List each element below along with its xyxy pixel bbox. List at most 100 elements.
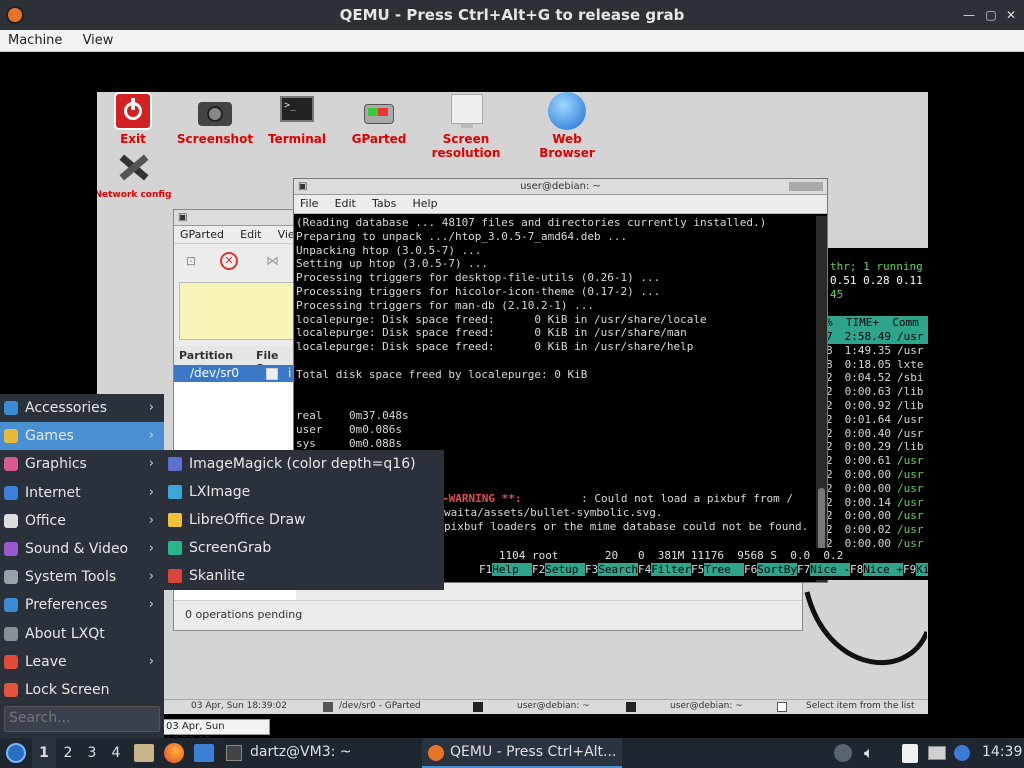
workspace-1[interactable]: 1 [32, 738, 56, 768]
close-icon[interactable]: ✕ [1004, 8, 1018, 22]
fkey-label: Filter [651, 563, 691, 576]
desktop-icon-screenshot[interactable]: Screenshot [175, 92, 255, 146]
workspace-3[interactable]: 3 [80, 738, 104, 768]
terminal-scrollbar[interactable] [816, 216, 827, 582]
fkey-f9[interactable]: F9 [903, 563, 916, 576]
maximize-icon[interactable]: ▢ [984, 8, 998, 22]
network-icon[interactable] [834, 744, 852, 762]
workspace-2[interactable]: 2 [56, 738, 80, 768]
htop-row[interactable]: 7 2:58.49/usr [826, 330, 928, 344]
guest-clock[interactable]: 03 Apr, Sun 18:39:02 [191, 701, 287, 711]
fkey-f5[interactable]: F5 [691, 563, 704, 576]
htop-row[interactable]: 2 0:00.02/usr [826, 523, 928, 537]
gparted-menu-edit[interactable]: Edit [234, 226, 267, 244]
fkey-f4[interactable]: F4 [638, 563, 651, 576]
htop-row[interactable]: 2 0:04.52/sbi [826, 371, 928, 385]
menu-item-system-tools[interactable]: System Tools › [0, 563, 164, 591]
menu-item-internet[interactable]: Internet › [0, 479, 164, 507]
htop-row[interactable]: 8 1:49.35/usr [826, 344, 928, 358]
terminal-menu-tabs[interactable]: Tabs [366, 195, 402, 213]
info-icon[interactable] [954, 745, 970, 761]
resize-icon[interactable]: ⋈ [266, 254, 279, 269]
guest-task-terminal-2[interactable]: user@debian: ~ [670, 701, 743, 711]
volume-icon[interactable]: 🔈︎ [864, 743, 874, 763]
menu-machine[interactable]: Machine [0, 30, 70, 52]
menu-item-preferences[interactable]: Preferences › [0, 591, 164, 619]
htop-footer[interactable]: 1104 root 20 0 381M 11176 9568 S 0.0 0.2… [479, 548, 928, 580]
gparted-menu-gparted[interactable]: GParted [174, 226, 230, 244]
firefox-icon[interactable] [164, 743, 184, 763]
menu-item-about-lxqt[interactable]: About LXQt [0, 620, 164, 648]
menu-item-lock-screen[interactable]: Lock Screen [0, 676, 164, 704]
menu-item-office[interactable]: Office › [0, 507, 164, 535]
desktop-icon[interactable] [194, 744, 214, 762]
menu-item-leave[interactable]: Leave › [0, 648, 164, 676]
menu-item-sound-video[interactable]: Sound & Video › [0, 535, 164, 563]
submenu-item-imagemagick-color-depth-q[interactable]: ImageMagick (color depth=q16) [164, 450, 444, 478]
desktop-icon-terminal[interactable]: >_ Terminal [257, 92, 337, 146]
htop-row[interactable]: 20:00.00/usr [826, 509, 928, 523]
htop-row[interactable]: 2 0:00.14/usr [826, 496, 928, 510]
fkey-f7[interactable]: F7 [797, 563, 810, 576]
host-task-terminal[interactable]: dartz@VM3: ~ [224, 738, 418, 768]
host-task-qemu[interactable]: QEMU - Press Ctrl+Alt... [422, 738, 622, 768]
desktop-icon-web-browser[interactable]: Web Browser [525, 92, 609, 160]
chevron-right-icon: › [148, 541, 154, 556]
submenu-item-screengrab[interactable]: ScreenGrab [164, 534, 444, 562]
terminal-menu-help[interactable]: Help [407, 195, 444, 213]
file-manager-icon[interactable] [134, 744, 154, 762]
htop-row[interactable]: 8 0:18.05 lxte [826, 358, 928, 372]
graphics-submenu[interactable]: ImageMagick (color depth=q16) LXImage Libr… [164, 450, 444, 590]
clipboard-icon[interactable] [902, 744, 918, 763]
submenu-item-lximage[interactable]: LXImage [164, 478, 444, 506]
guest-task-gparted[interactable]: /dev/sr0 - GParted [339, 701, 421, 711]
menu-item-graphics[interactable]: Graphics › [0, 450, 164, 478]
guest-task-terminal-1[interactable]: user@debian: ~ [517, 701, 590, 711]
menu-item-accessories[interactable]: Accessories › [0, 394, 164, 422]
terminal-titlebar[interactable]: ▣ user@debian: ~ [294, 179, 827, 195]
htop-row[interactable]: 2 0:00.63/lib [826, 385, 928, 399]
htop-process-list[interactable]: 7 2:58.49/usr 8 1:49.35/usr 8 0:18.05 lxte 2 0:0… [826, 330, 928, 565]
htop-function-keys[interactable]: F1Help F2Setup F3SearchF4FilterF5Tree F6… [479, 563, 928, 577]
fkey-f1[interactable]: F1 [479, 563, 492, 576]
desktop-icon-network-config[interactable]: Network config [97, 150, 173, 200]
menu-item-games[interactable]: Games › [0, 422, 164, 451]
submenu-item-skanlite[interactable]: Skanlite [164, 562, 444, 590]
start-menu[interactable]: Accessories › Games › Graphics › Internet › Offi… [0, 394, 164, 738]
terminal-menu-edit[interactable]: Edit [329, 195, 362, 213]
htop-row[interactable]: 2 0:00.29/lib [826, 440, 928, 454]
htop-row[interactable]: 2 0:01.64/usr [826, 413, 928, 427]
submenu-item-libreoffice-draw[interactable]: LibreOffice Draw [164, 506, 444, 534]
htop-row[interactable]: 2 0:00.61/usr [826, 454, 928, 468]
htop-row[interactable]: 2 0:00.40/usr [826, 427, 928, 441]
htop-row[interactable]: 20:00.00/usr [826, 468, 928, 482]
menu-search-input[interactable] [5, 707, 155, 729]
fkey-f2[interactable]: F2 [532, 563, 545, 576]
host-clock[interactable]: 14:39 [982, 744, 1022, 760]
partition-row[interactable]: /dev/sr0 i [174, 365, 296, 383]
fkey-f3[interactable]: F3 [585, 563, 598, 576]
display-icon[interactable] [928, 746, 946, 760]
fkey-f6[interactable]: F6 [744, 563, 757, 576]
workspace-4[interactable]: 4 [104, 738, 128, 768]
disk-graph[interactable] [179, 282, 295, 340]
terminal-line: Processing triggers for desktop-file-uti… [296, 271, 661, 285]
menu-search-box[interactable] [4, 706, 160, 732]
terminal-output[interactable]: (Reading database ... 48107 files and di… [296, 216, 816, 451]
lxqt-menu-icon[interactable] [6, 743, 26, 763]
guest-taskbar: 03 Apr, Sun 18:39:02 /dev/sr0 - GParted … [163, 699, 928, 714]
menu-view[interactable]: View [75, 30, 122, 52]
new-icon[interactable]: ⊡ [186, 254, 202, 270]
htop-window[interactable]: thr; 1 running 0.51 0.28 0.11 45 % TIME+… [826, 248, 928, 580]
htop-row[interactable]: 2 0:00.92/lib [826, 399, 928, 413]
minimize-icon[interactable]: — [962, 8, 976, 22]
desktop-icon-screen-resolution[interactable]: Screen resolution [421, 92, 511, 160]
window-titlebar[interactable]: QEMU - Press Ctrl+Alt+G to release grab [0, 0, 1024, 30]
terminal-menu-file[interactable]: File [294, 195, 324, 213]
htop-row[interactable]: 20:00.00/usr [826, 482, 928, 496]
terminal-window-buttons[interactable] [789, 182, 823, 191]
fkey-f8[interactable]: F8 [850, 563, 863, 576]
desktop-icon-gparted[interactable]: GParted [339, 92, 419, 146]
delete-icon[interactable]: ✕ [220, 252, 238, 270]
desktop-icon-exit[interactable]: Exit [97, 92, 173, 146]
